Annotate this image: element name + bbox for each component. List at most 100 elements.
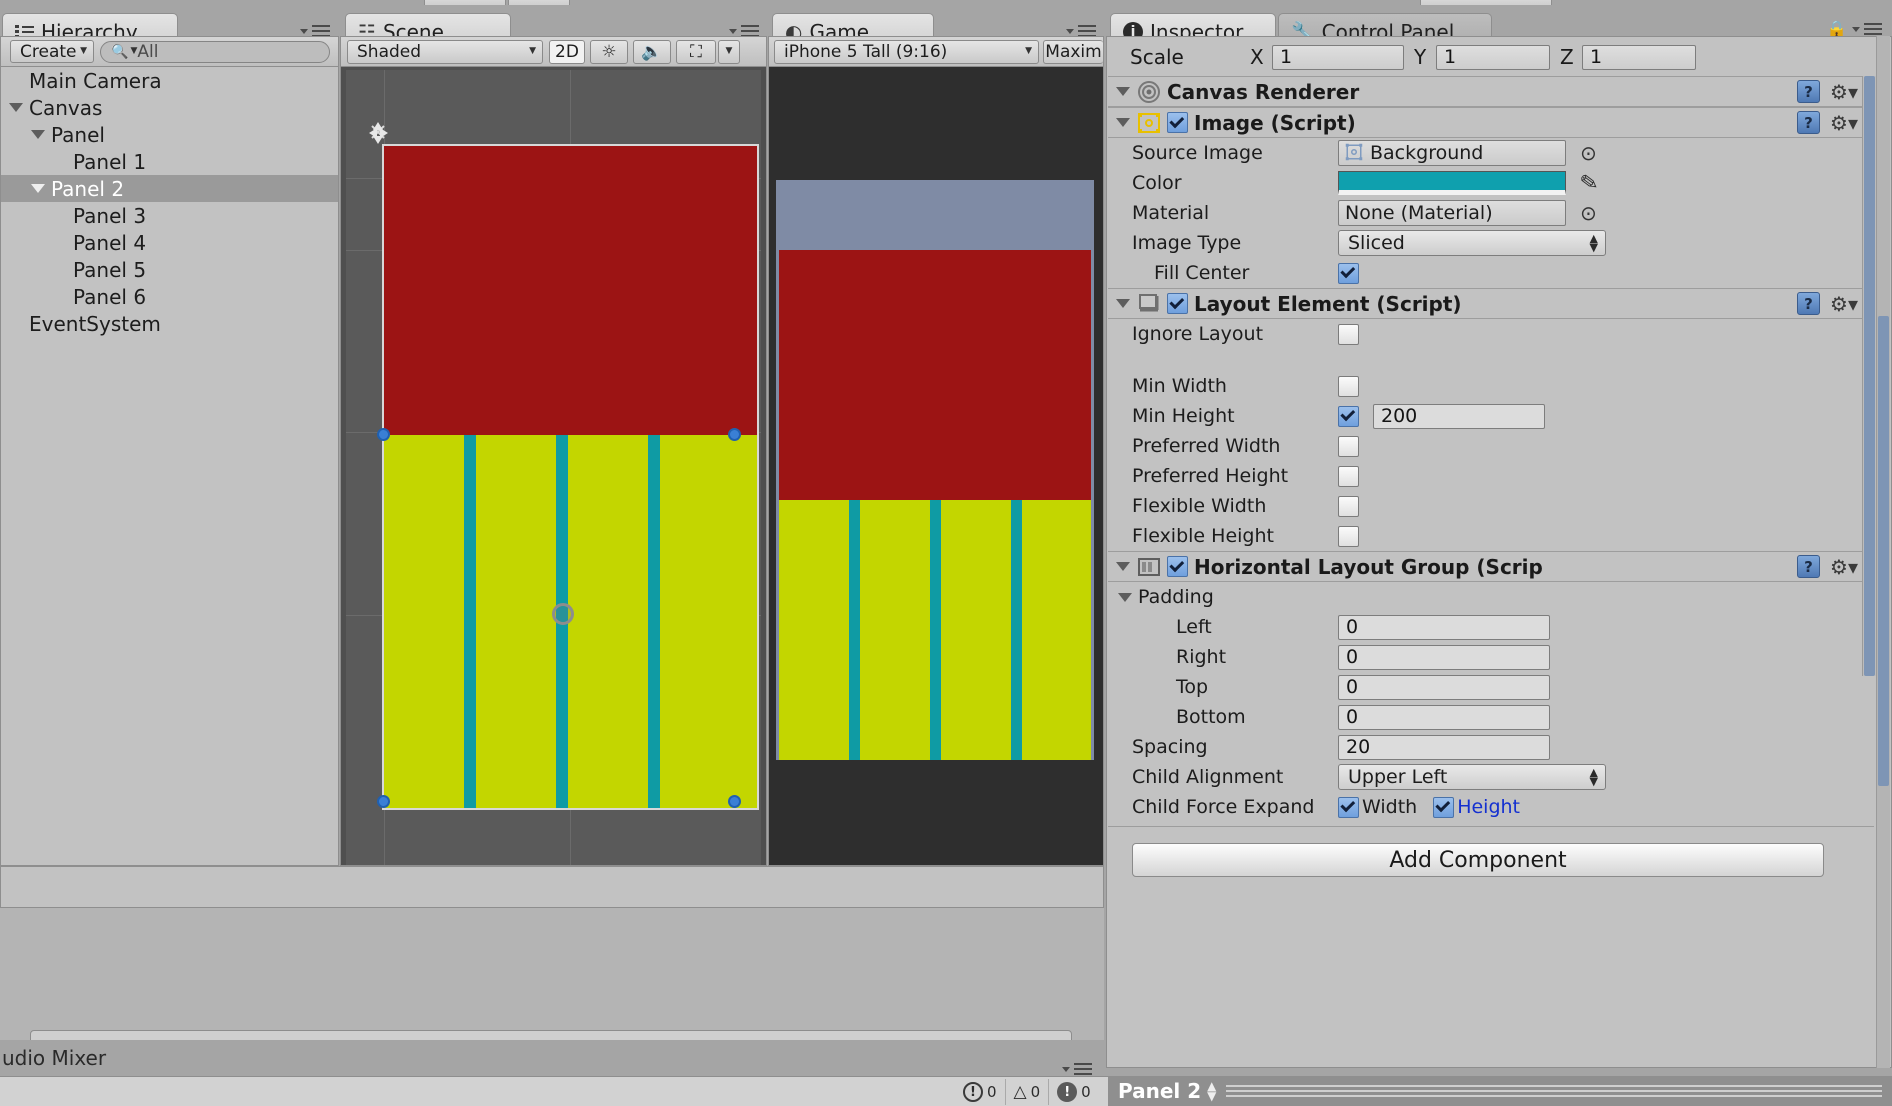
disclosure-triangle-icon[interactable] [1118,592,1132,602]
image-effects-icon[interactable]: ⛶ [676,39,716,64]
inspector-scroll-thumb[interactable] [1878,316,1889,786]
field-row-bottom: Bottom 0 [1108,702,1874,732]
color-swatch-field[interactable] [1338,171,1566,195]
object-field-source-image[interactable]: Background [1338,140,1566,166]
help-icon[interactable]: ? [1797,80,1821,103]
disclosure-triangle-icon[interactable] [1116,299,1130,308]
checkbox-ignore-layout[interactable] [1338,323,1359,345]
checkbox-force-expand-width[interactable] [1338,796,1359,818]
checkbox-force-expand-height[interactable] [1433,796,1455,818]
field-row-child-force-expand: Child Force Expand Width Height [1108,792,1874,822]
checkbox-min-height[interactable] [1338,405,1359,427]
gizmos-dropdown-icon[interactable]: ▼ [718,39,740,64]
hierarchy-search-input[interactable]: 🔍 ▼ All [100,40,330,63]
disclosure-triangle-icon[interactable] [31,184,45,193]
inspector-scrollbar[interactable] [1876,36,1890,1068]
gear-icon[interactable]: ⚙▾ [1830,80,1858,104]
footer-selected-object[interactable]: Panel 2 ▲ ▼ [1108,1076,1892,1106]
rect-transform-pivot-icon[interactable] [552,603,574,625]
console-info-chip[interactable]: ! 0 [1049,1079,1099,1105]
disclosure-triangle-icon[interactable] [9,103,23,112]
component-header-canvas-renderer[interactable]: Canvas Renderer? ⚙▾ [1108,76,1874,107]
scene-shading-dropdown[interactable]: Shaded ▼ [347,39,543,64]
disclosure-triangle-icon[interactable] [1116,118,1130,127]
dropdown-child-alignment[interactable]: Upper Left ▲ ▼ [1338,764,1606,790]
disclosure-triangle-icon[interactable] [1116,87,1130,96]
chevron-down-icon: ▼ [1025,46,1032,56]
hierarchy-item-panel-4[interactable]: Panel 4 [1,229,338,256]
gear-icon[interactable]: ⚙▾ [1830,555,1858,579]
component-enabled-checkbox[interactable] [1167,293,1188,314]
create-button[interactable]: Create ▼ [10,40,94,63]
sun-icon[interactable]: ☼ [590,39,628,64]
unity-editor-window: Hierarchy Create ▼ 🔍 ▼ All Main Camera Ca… [0,0,1892,1106]
hierarchy-item-main-camera[interactable]: Main Camera [1,67,338,94]
number-input-bottom[interactable]: 0 [1338,704,1550,730]
scale-z-input[interactable]: 1 [1582,44,1696,70]
checkbox-flexible-width[interactable] [1338,495,1359,517]
checkbox-preferred-width[interactable] [1338,435,1359,457]
help-icon[interactable]: ? [1797,111,1821,134]
add-component-row: Add Component [1108,827,1874,889]
tab-audio-mixer-label[interactable]: udio Mixer [0,1046,106,1070]
checkbox-preferred-height[interactable] [1338,465,1359,487]
rect-handle-top-right[interactable] [728,428,741,441]
hierarchy-toolbar: Create ▼ 🔍 ▼ All [1,37,338,67]
object-picker-icon[interactable]: ⊙ [1580,201,1597,225]
rect-handle-bottom-right[interactable] [728,795,741,808]
hierarchy-item-panel-2[interactable]: Panel 2 [1,175,338,202]
number-input-right[interactable]: 0 [1338,644,1550,670]
hierarchy-item-canvas[interactable]: Canvas [1,94,338,121]
hierarchy-item-panel[interactable]: Panel [1,121,338,148]
game-maximize-button[interactable]: Maxim [1043,39,1103,64]
eyedropper-icon[interactable]: ✎ [1578,169,1600,196]
scene-2d-toggle[interactable]: 2D [549,39,585,64]
console-warning-chip[interactable]: △ 0 [1006,1079,1050,1105]
rect-handle-top-left[interactable] [377,428,390,441]
scene-viewport[interactable] [346,70,761,865]
game-letterbox-bottom [769,760,1103,865]
disclosure-triangle-icon[interactable] [1116,562,1130,571]
number-input-left[interactable]: 0 [1338,614,1550,640]
help-icon[interactable]: ? [1797,292,1821,315]
scale-x-input[interactable]: 1 [1272,44,1404,70]
number-input-top[interactable]: 0 [1338,674,1550,700]
checkbox-flexible-height[interactable] [1338,525,1359,547]
number-value: 200 [1381,405,1418,427]
scene-teal-divider [464,435,476,808]
hierarchy-item-panel-3[interactable]: Panel 3 [1,202,338,229]
component-enabled-checkbox[interactable] [1167,112,1188,133]
component-header-image-script[interactable]: Image (Script)? ⚙▾ [1108,107,1874,138]
object-field-material[interactable]: None (Material) [1338,200,1566,226]
game-viewport[interactable] [769,67,1103,865]
scene-red-panel[interactable] [384,146,757,435]
hierarchy-item-eventsystem[interactable]: EventSystem [1,310,338,337]
component-header-horizontal-layout-group-scrip[interactable]: Horizontal Layout Group (Scrip? ⚙▾ [1108,551,1874,582]
add-component-button[interactable]: Add Component [1132,843,1824,877]
console-error-chip[interactable]: ! 0 [955,1079,1006,1105]
game-aspect-dropdown[interactable]: iPhone 5 Tall (9:16) ▼ [774,39,1039,64]
component-header-layout-element-script[interactable]: Layout Element (Script)? ⚙▾ [1108,288,1874,319]
rect-handle-bottom-left[interactable] [377,795,390,808]
object-picker-icon[interactable]: ⊙ [1580,141,1597,165]
gear-icon[interactable]: ⚙▾ [1830,292,1858,316]
number-input-min-height[interactable]: 200 [1373,403,1545,429]
inspector-inner-scroll-thumb[interactable] [1864,76,1875,676]
checkbox-min-width[interactable] [1338,375,1359,397]
speaker-icon[interactable]: 🔈 [633,39,671,64]
hierarchy-item-panel-1[interactable]: Panel 1 [1,148,338,175]
dropdown-image-type[interactable]: Sliced ▲ ▼ [1338,230,1606,256]
gear-icon[interactable]: ⚙▾ [1830,111,1858,135]
inspector-inner-scrollbar[interactable] [1862,76,1876,676]
disclosure-triangle-icon[interactable] [31,130,45,139]
checkbox-fill-center[interactable] [1338,262,1359,284]
help-icon[interactable]: ? [1797,555,1821,578]
number-input-spacing[interactable]: 20 [1338,734,1550,760]
hierarchy-item-panel-5[interactable]: Panel 5 [1,256,338,283]
hierarchy-item-panel-6[interactable]: Panel 6 [1,283,338,310]
scene-canvas-frame[interactable] [377,144,759,810]
hierarchy-item-label: Panel 5 [73,257,147,282]
footer-updown-icon[interactable]: ▲ ▼ [1207,1080,1216,1102]
component-enabled-checkbox[interactable] [1167,556,1188,577]
scale-y-input[interactable]: 1 [1436,44,1550,70]
